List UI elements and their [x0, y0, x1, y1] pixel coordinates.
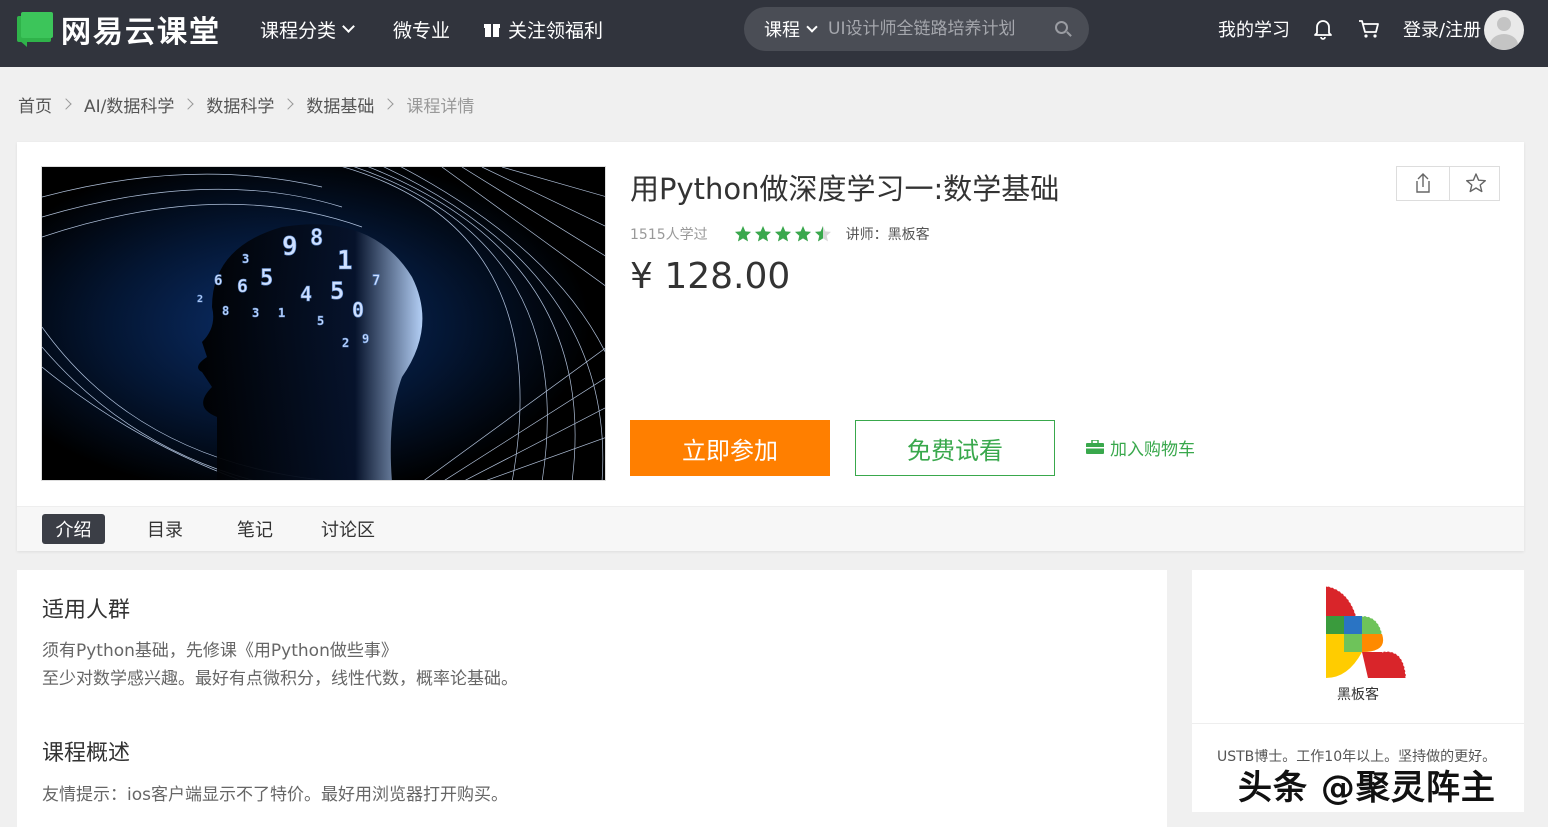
overview-heading: 课程概述: [42, 741, 131, 766]
learner-count: 1515人学过: [630, 227, 708, 243]
avatar[interactable]: [1484, 10, 1524, 50]
svg-text:7: 7: [372, 273, 380, 289]
nav-follow-gift-label: 关注领福利: [508, 19, 604, 42]
tab-catalog[interactable]: 目录: [135, 514, 195, 544]
chevron-right-icon: [282, 98, 295, 110]
svg-text:8: 8: [222, 304, 229, 318]
nav-follow-gift[interactable]: 关注领福利: [484, 17, 604, 42]
top-navbar: 网易云课堂 课程分类 微专业 关注领福利 课程 我的学习 登录/注册: [0, 0, 1548, 67]
chevron-right-icon: [60, 98, 72, 110]
add-to-cart-link[interactable]: 加入购物车: [1086, 435, 1195, 460]
bell-icon[interactable]: [1313, 18, 1333, 40]
chevron-right-icon: [382, 98, 395, 110]
course-tabs: 介绍 目录 笔记 讨论区: [17, 506, 1524, 551]
free-trial-button[interactable]: 免费试看: [855, 420, 1055, 476]
share-button[interactable]: [1397, 167, 1449, 200]
tab-discussion[interactable]: 讨论区: [315, 514, 381, 544]
svg-text:0: 0: [352, 298, 364, 322]
star-full-icon: [794, 226, 811, 242]
audience-line: 须有Python基础，先修课《用Python做些事》: [42, 641, 398, 661]
site-logo[interactable]: 网易云课堂: [17, 11, 221, 50]
tab-intro[interactable]: 介绍: [42, 514, 105, 544]
course-price: ¥ 128.00: [630, 256, 791, 297]
search-bar: 课程: [744, 7, 1089, 51]
svg-text:5: 5: [330, 277, 344, 305]
rating-stars: [734, 225, 834, 243]
course-cover-image: 9 8 1 5 6 4 5 0 6 8 3 1 5 2 3 7 2 9: [41, 166, 606, 481]
chevron-down-icon: [342, 19, 355, 33]
chevron-right-icon: [182, 98, 195, 110]
nav-micro-major-label: 微专业: [393, 19, 451, 42]
nav-course-category[interactable]: 课程分类: [260, 17, 355, 42]
svg-text:9: 9: [362, 332, 369, 346]
nav-my-learning-label: 我的学习: [1218, 20, 1290, 41]
divider: [1192, 723, 1524, 724]
course-header-card: 9 8 1 5 6 4 5 0 6 8 3 1 5 2 3 7 2 9 用Pyt…: [17, 142, 1524, 551]
svg-text:9: 9: [282, 232, 298, 262]
search-type-label: 课程: [764, 20, 800, 41]
favorite-button[interactable]: [1449, 167, 1501, 200]
breadcrumb-current: 课程详情: [406, 96, 475, 117]
svg-text:5: 5: [260, 266, 273, 291]
teacher-name[interactable]: 黑板客: [1192, 684, 1524, 704]
breadcrumb-home[interactable]: 首页: [18, 92, 52, 117]
svg-text:6: 6: [237, 276, 248, 297]
svg-text:2: 2: [197, 294, 203, 305]
share-icon: [1416, 173, 1430, 193]
tab-notes[interactable]: 笔记: [225, 514, 285, 544]
nav-micro-major[interactable]: 微专业: [393, 17, 451, 42]
svg-text:1: 1: [278, 306, 285, 320]
star-full-icon: [774, 226, 791, 242]
svg-text:3: 3: [242, 252, 249, 266]
breadcrumb: 首页 AI/数据科学 数据科学 数据基础 课程详情: [18, 92, 475, 117]
course-meta: 1515人学过 讲师：黑板客: [630, 224, 930, 244]
watermark: 头条 @聚灵阵主: [1238, 768, 1496, 808]
cart-icon[interactable]: [1358, 18, 1380, 40]
login-register-label: 登录/注册: [1403, 20, 1482, 41]
star-outline-icon: [1466, 173, 1486, 193]
breadcrumb-data-science[interactable]: 数据科学: [206, 92, 274, 117]
svg-text:6: 6: [214, 273, 222, 289]
cart-bag-icon: [1086, 440, 1104, 454]
search-type-dropdown[interactable]: 课程: [764, 16, 818, 42]
add-to-cart-label: 加入购物车: [1110, 439, 1195, 460]
breadcrumb-data-basics[interactable]: 数据基础: [306, 92, 374, 117]
teacher-link[interactable]: 讲师：黑板客: [846, 224, 930, 244]
svg-text:8: 8: [310, 226, 323, 251]
svg-text:4: 4: [300, 282, 312, 306]
teacher-logo[interactable]: [1308, 586, 1408, 682]
svg-text:1: 1: [337, 246, 353, 276]
chevron-down-icon: [806, 20, 818, 33]
course-title: 用Python做深度学习一:数学基础: [630, 172, 1060, 206]
share-favorite-group: [1396, 166, 1500, 201]
overview-line: 友情提示：ios客户端显示不了特价。最好用浏览器打开购买。: [42, 785, 508, 805]
brand-name: 网易云课堂: [61, 15, 221, 50]
svg-text:3: 3: [252, 306, 259, 320]
gift-icon: [484, 21, 500, 37]
search-input[interactable]: [828, 19, 1033, 39]
audience-heading: 适用人群: [42, 598, 131, 623]
join-now-button[interactable]: 立即参加: [630, 420, 830, 476]
login-register-link[interactable]: 登录/注册: [1403, 17, 1481, 41]
breadcrumb-ai-data-science[interactable]: AI/数据科学: [84, 92, 174, 117]
audience-line: 至少对数学感兴趣。最好有点微积分，线性代数，概率论基础。: [42, 669, 518, 689]
course-intro-panel: 适用人群 须有Python基础，先修课《用Python做些事》 至少对数学感兴趣…: [17, 570, 1167, 827]
nav-course-category-label: 课程分类: [260, 19, 337, 42]
star-full-icon: [734, 226, 751, 242]
nav-my-learning[interactable]: 我的学习: [1218, 17, 1290, 41]
star-full-icon: [754, 226, 771, 242]
svg-text:2: 2: [342, 336, 349, 350]
search-icon[interactable]: [1055, 21, 1072, 37]
logo-icon: [17, 12, 53, 47]
svg-text:5: 5: [317, 314, 324, 328]
star-half-icon: [814, 226, 831, 242]
